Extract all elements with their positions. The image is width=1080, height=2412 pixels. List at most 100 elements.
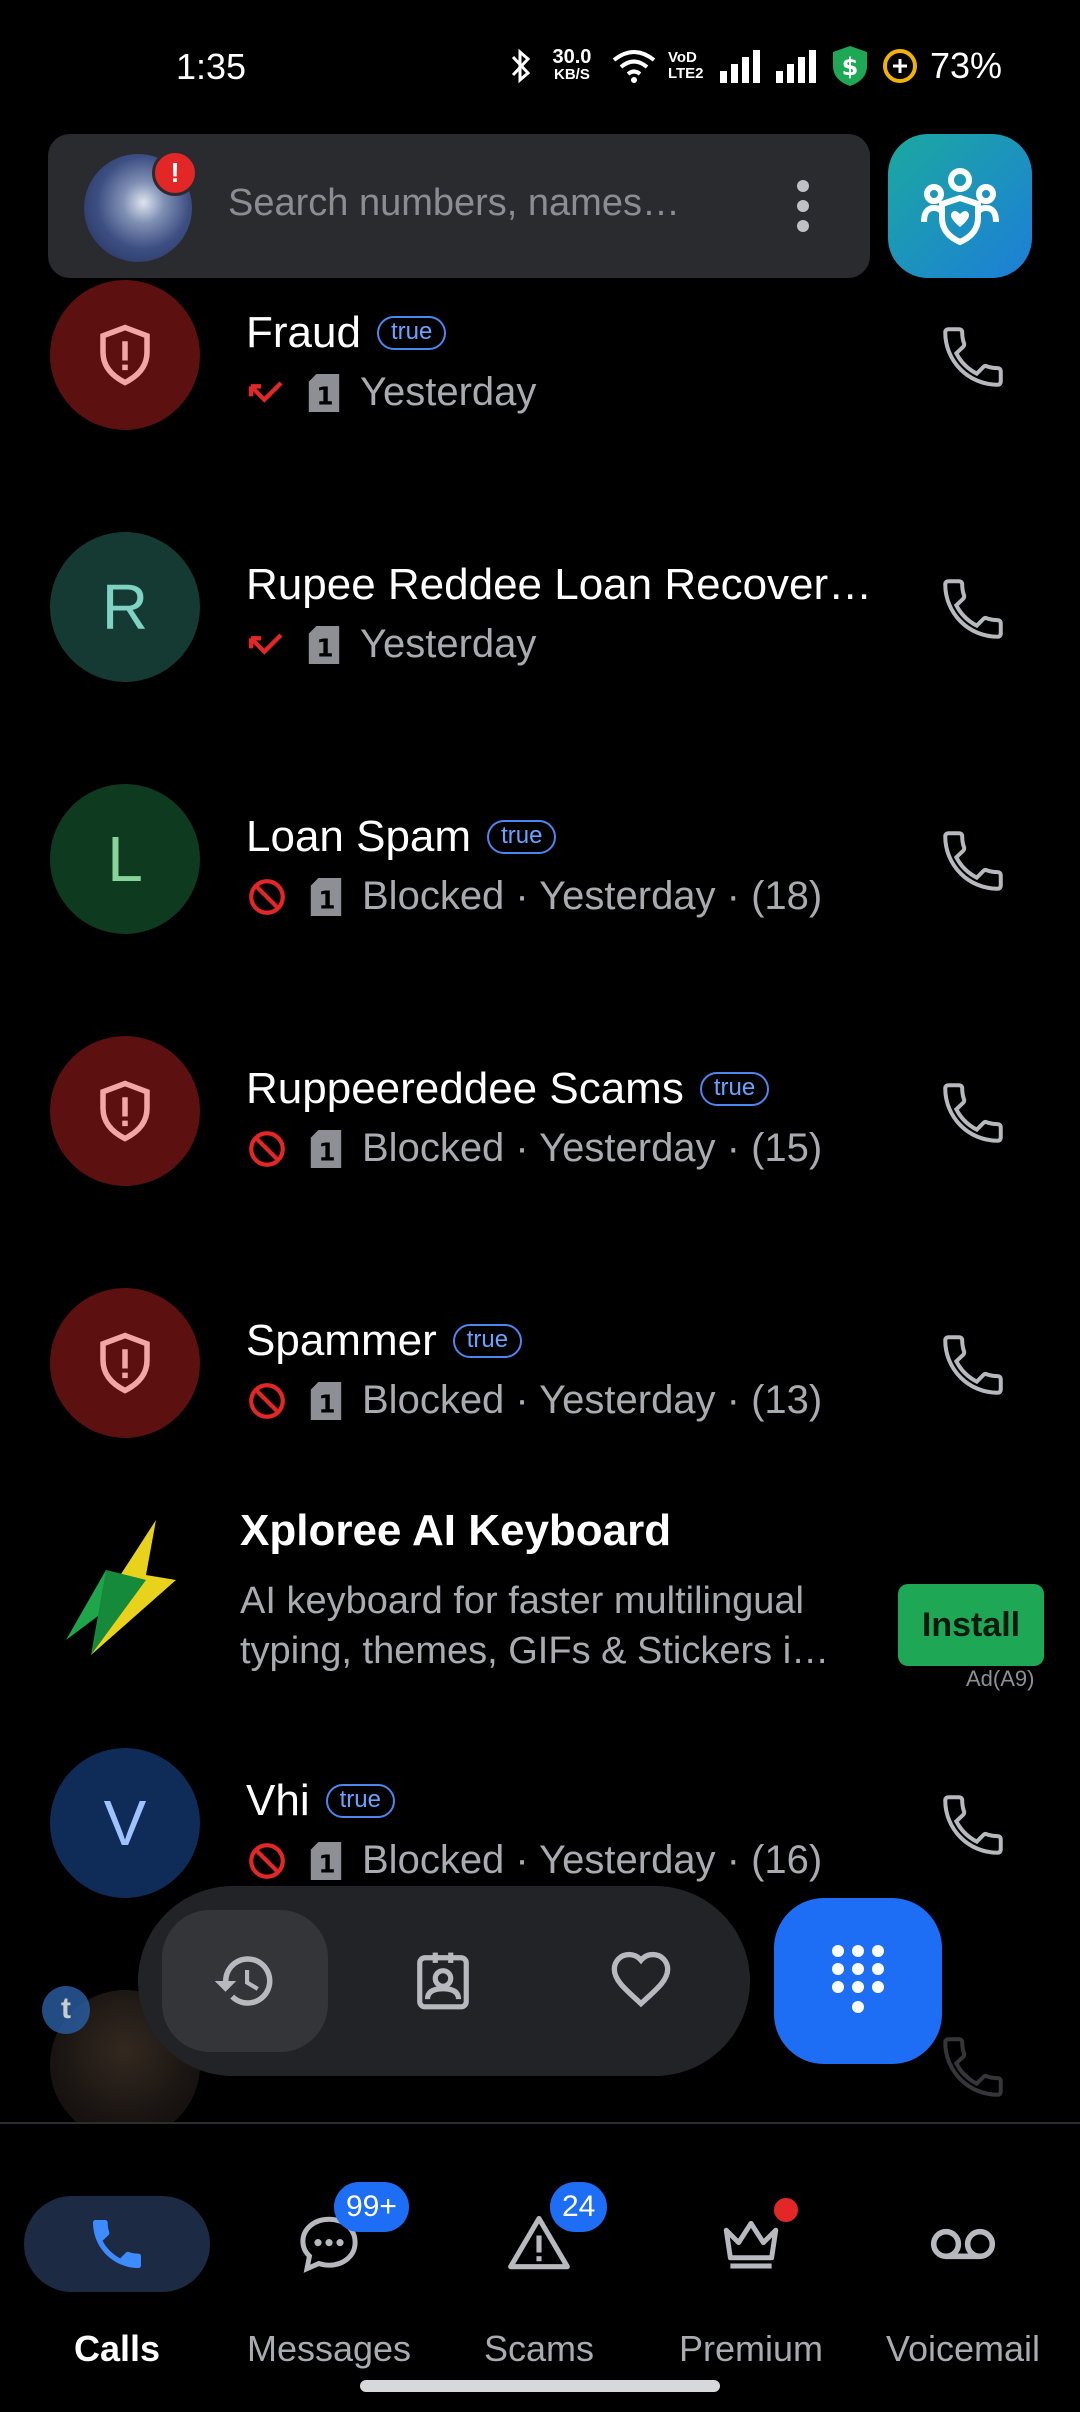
call-row[interactable]: R Rupee Reddee Loan Recover… 1 Yesterday: [0, 452, 1080, 682]
phone-icon: [93, 2220, 141, 2268]
volte-indicator: VoD LTE2: [667, 49, 704, 82]
call-button[interactable]: [936, 824, 1010, 898]
call-button[interactable]: [936, 320, 1010, 394]
spam-shield-avatar[interactable]: [50, 1036, 200, 1186]
caller-name: Loan Spam: [246, 812, 472, 861]
call-detail-text: Blocked · Yesterday · (18): [362, 874, 823, 918]
call-name-line: Vhi true: [246, 1776, 395, 1826]
bluetooth-icon: [511, 48, 531, 84]
missed-call-icon: [248, 380, 283, 403]
battery-saver-icon: [882, 49, 917, 83]
shield-alert-icon: [100, 1080, 150, 1142]
call-detail-line: 1 Blocked · Yesterday · (16): [246, 1838, 822, 1883]
nav-scams[interactable]: 24 Scams: [434, 2160, 644, 2369]
heart-icon: [611, 1951, 671, 2008]
premium-notification-dot: [774, 2198, 798, 2222]
sim1-icon: 1: [310, 1381, 342, 1420]
spam-shield-avatar[interactable]: [50, 280, 200, 430]
history-icon: [214, 1956, 273, 2006]
call-row[interactable]: L Loan Spam true 1 Blocked · Yesterday · (18…: [0, 704, 1080, 934]
shield-alert-icon: [100, 324, 150, 386]
svg-text:1: 1: [318, 1389, 335, 1418]
crown-icon: [723, 2220, 779, 2269]
contact-initial-avatar[interactable]: R: [50, 532, 200, 682]
true-badge: true: [376, 316, 447, 350]
signal-sim2-icon: [775, 50, 816, 83]
nav-scams-label: Scams: [483, 2328, 595, 2369]
bottom-navigation: Calls 99+ Messages 24 Scams Premium Voic…: [0, 2124, 1080, 2412]
scams-badge: 24: [550, 2182, 608, 2232]
call-button-partial[interactable]: [936, 2030, 1010, 2104]
nav-premium[interactable]: Premium: [646, 2160, 856, 2369]
nav-voicemail[interactable]: Voicemail: [858, 2160, 1068, 2369]
call-name-line: Fraud true: [246, 308, 447, 358]
missed-call-icon: [248, 632, 283, 655]
call-button[interactable]: [936, 572, 1010, 646]
status-icons: 30.0 KB/S VoD LTE2 $ 73%: [510, 44, 1002, 88]
shield-dollar-icon: $: [832, 46, 867, 86]
true-badge: true: [487, 820, 557, 854]
call-button[interactable]: [936, 1788, 1010, 1862]
voicemail-icon: [930, 2228, 996, 2260]
contacts-tab[interactable]: [360, 1910, 526, 2052]
caller-name: Rupee Reddee Loan Recover…: [246, 560, 873, 609]
caller-name: Fraud: [246, 308, 361, 357]
caller-name: Vhi: [246, 1776, 310, 1825]
blocked-icon: [249, 878, 285, 915]
nav-messages[interactable]: 99+ Messages: [224, 2160, 434, 2369]
true-badge: true: [699, 1072, 770, 1106]
call-detail-line: 1 Blocked · Yesterday · (18): [246, 874, 822, 919]
signal-sim1-icon: [719, 50, 760, 83]
ad-title: Xploree AI Keyboard: [240, 1506, 672, 1555]
nav-calls[interactable]: Calls: [12, 2160, 222, 2369]
dialpad-button[interactable]: [774, 1898, 942, 2064]
blocked-icon: [249, 1382, 285, 1419]
contact-initial-avatar[interactable]: V: [50, 1748, 200, 1898]
nav-messages-label: Messages: [246, 2328, 412, 2369]
spam-shield-avatar[interactable]: [50, 1288, 200, 1438]
battery-percent: 73%: [929, 45, 1002, 86]
call-name-line: Loan Spam true: [246, 812, 557, 862]
sim1-icon: 1: [310, 877, 342, 916]
messages-badge: 99+: [334, 2182, 409, 2232]
home-indicator: [360, 2380, 720, 2392]
call-button[interactable]: [936, 1076, 1010, 1150]
xploree-logo-icon: [46, 1520, 176, 1655]
shield-alert-icon: [100, 1332, 150, 1394]
nav-calls-label: Calls: [73, 2328, 161, 2369]
dialpad-icon: [832, 1945, 884, 2013]
call-detail-text: Yesterday: [360, 370, 537, 414]
blocked-icon: [249, 1130, 285, 1167]
contacts-icon: [417, 1952, 469, 2010]
network-speed: 30.0 KB/S: [552, 46, 592, 83]
caller-name: Ruppeereddee Scams: [246, 1064, 684, 1113]
sim1-icon: 1: [308, 373, 340, 412]
quick-actions-bar: [138, 1886, 750, 2076]
true-badge: true: [452, 1324, 523, 1358]
call-name-line: Spammer true: [246, 1316, 523, 1366]
call-detail-text: Yesterday: [360, 622, 537, 666]
partial-contact-badge: t: [42, 1986, 90, 2034]
nav-premium-label: Premium: [678, 2328, 824, 2369]
call-detail-line: 1 Yesterday: [246, 370, 536, 415]
call-detail-line: 1 Blocked · Yesterday · (15): [246, 1126, 822, 1171]
recents-tab[interactable]: [162, 1910, 328, 2052]
call-button[interactable]: [936, 1328, 1010, 1402]
status-bar: 1:35 30.0 KB/S VoD LTE2 $ 73%: [0, 0, 1080, 130]
call-detail-text: Blocked · Yesterday · (16): [362, 1838, 823, 1882]
svg-text:$: $: [842, 53, 859, 81]
contact-initial-avatar[interactable]: L: [50, 784, 200, 934]
call-detail-text: Blocked · Yesterday · (15): [362, 1126, 823, 1170]
true-badge: true: [325, 1784, 395, 1818]
call-row[interactable]: V Vhi true 1 Blocked · Yesterday · (16): [0, 1668, 1080, 1898]
install-button[interactable]: Install: [898, 1584, 1044, 1666]
favorites-tab[interactable]: [558, 1910, 724, 2052]
svg-text:1: 1: [316, 633, 333, 662]
call-row[interactable]: Fraud true 1 Yesterday: [0, 200, 1080, 430]
sim1-icon: 1: [308, 625, 340, 664]
call-row[interactable]: Ruppeereddee Scams true 1 Blocked · Yesterd…: [0, 956, 1080, 1186]
call-row[interactable]: Spammer true 1 Blocked · Yesterday · (13): [0, 1208, 1080, 1438]
svg-text:1: 1: [318, 1849, 335, 1878]
sim1-icon: 1: [310, 1129, 342, 1168]
wifi-icon: [612, 50, 656, 83]
